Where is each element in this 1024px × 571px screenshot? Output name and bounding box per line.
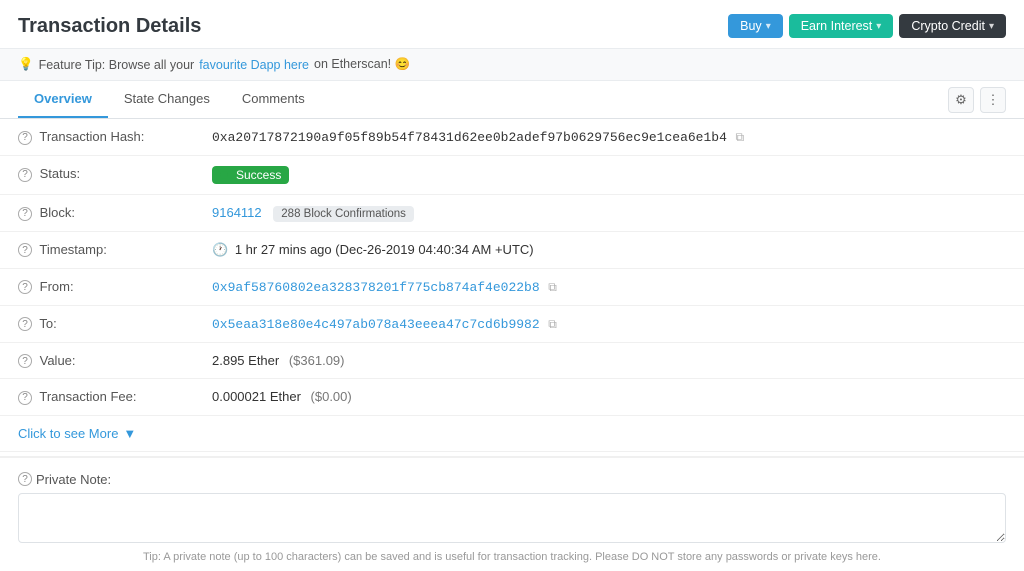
feature-tip: 💡 Feature Tip: Browse all your favourite… — [0, 48, 1024, 81]
copy-from-icon[interactable]: ⧉ — [548, 280, 557, 295]
help-icon: ? — [18, 243, 32, 257]
block-number-link[interactable]: 9164112 — [212, 205, 262, 220]
table-row: ? Value: 2.895 Ether ($361.09) — [0, 342, 1024, 379]
help-icon: ? — [18, 280, 32, 294]
help-icon: ? — [18, 131, 32, 145]
settings-icon-button[interactable]: ⚙ — [948, 87, 974, 113]
to-value: 0x5eaa318e80e4c497ab078a43eeea47c7cd6b99… — [200, 305, 1024, 342]
tabs: Overview State Changes Comments — [18, 81, 321, 118]
more-options-icon-button[interactable]: ⋮ — [980, 87, 1006, 113]
divider — [0, 456, 1024, 458]
table-row: ? Block: 9164112 288 Block Confirmations — [0, 195, 1024, 232]
timestamp-label: ? Timestamp: — [0, 231, 200, 268]
detail-table: ? Transaction Hash: 0xa20717872190a9f05f… — [0, 119, 1024, 416]
help-icon: ? — [18, 207, 32, 221]
block-confirmations-badge: 288 Block Confirmations — [273, 206, 414, 222]
table-row: ? Status: Success — [0, 156, 1024, 195]
private-note-tip: Tip: A private note (up to 100 character… — [18, 551, 1006, 563]
from-address-link[interactable]: 0x9af58760802ea328378201f775cb874af4e022… — [212, 280, 540, 295]
transaction-hash-value: 0xa20717872190a9f05f89b54f78431d62ee0b2a… — [200, 119, 1024, 156]
status-label: ? Status: — [0, 156, 200, 195]
tabs-actions: ⚙ ⋮ — [948, 87, 1006, 113]
private-note-label: ? Private Note: — [18, 472, 1006, 487]
timestamp-value: 🕐 1 hr 27 mins ago (Dec-26-2019 04:40:34… — [200, 231, 1024, 268]
status-value: Success — [200, 156, 1024, 195]
header-buttons: Buy ▾ Earn Interest ▾ Crypto Credit ▾ — [728, 14, 1006, 38]
value-value: 2.895 Ether ($361.09) — [200, 342, 1024, 379]
table-row: ? Transaction Fee: 0.000021 Ether ($0.00… — [0, 379, 1024, 416]
from-value: 0x9af58760802ea328378201f775cb874af4e022… — [200, 268, 1024, 305]
favourite-dapp-link[interactable]: favourite Dapp here — [199, 58, 309, 72]
help-icon: ? — [18, 168, 32, 182]
crypto-credit-button[interactable]: Crypto Credit ▾ — [899, 14, 1006, 38]
arrow-down-icon: ▼ — [123, 426, 136, 441]
tab-state-changes[interactable]: State Changes — [108, 81, 226, 118]
private-note-input[interactable] — [18, 493, 1006, 543]
buy-chevron-icon: ▾ — [766, 21, 771, 32]
table-row: ? To: 0x5eaa318e80e4c497ab078a43eeea47c7… — [0, 305, 1024, 342]
to-label: ? To: — [0, 305, 200, 342]
clock-icon: 🕐 — [212, 242, 228, 257]
table-row: ? Timestamp: 🕐 1 hr 27 mins ago (Dec-26-… — [0, 231, 1024, 268]
crypto-credit-chevron-icon: ▾ — [989, 21, 994, 32]
earn-interest-chevron-icon: ▾ — [876, 21, 881, 32]
value-label: ? Value: — [0, 342, 200, 379]
status-badge: Success — [212, 166, 289, 184]
copy-hash-icon[interactable]: ⧉ — [736, 130, 745, 145]
table-row: ? Transaction Hash: 0xa20717872190a9f05f… — [0, 119, 1024, 156]
page-title: Transaction Details — [18, 15, 201, 38]
page-wrapper: Transaction Details Buy ▾ Earn Interest … — [0, 0, 1024, 571]
transaction-fee-label: ? Transaction Fee: — [0, 379, 200, 416]
see-more-row: Click to see More ▼ — [0, 416, 1024, 452]
tab-overview[interactable]: Overview — [18, 81, 108, 118]
transaction-fee-value: 0.000021 Ether ($0.00) — [200, 379, 1024, 416]
earn-interest-button[interactable]: Earn Interest ▾ — [789, 14, 894, 38]
help-icon: ? — [18, 317, 32, 331]
header: Transaction Details Buy ▾ Earn Interest … — [0, 0, 1024, 48]
success-dot-icon — [220, 171, 228, 179]
private-note-section: ? Private Note: Tip: A private note (up … — [0, 462, 1024, 571]
tabs-row: Overview State Changes Comments ⚙ ⋮ — [0, 81, 1024, 119]
transaction-hash-label: ? Transaction Hash: — [0, 119, 200, 156]
help-icon: ? — [18, 354, 32, 368]
from-label: ? From: — [0, 268, 200, 305]
block-value: 9164112 288 Block Confirmations — [200, 195, 1024, 232]
tab-comments[interactable]: Comments — [226, 81, 321, 118]
copy-to-icon[interactable]: ⧉ — [548, 317, 557, 332]
buy-button[interactable]: Buy ▾ — [728, 14, 783, 38]
help-icon: ? — [18, 472, 32, 486]
to-address-link[interactable]: 0x5eaa318e80e4c497ab078a43eeea47c7cd6b99… — [212, 317, 540, 332]
help-icon: ? — [18, 391, 32, 405]
see-more-link[interactable]: Click to see More ▼ — [18, 426, 136, 441]
lightbulb-icon: 💡 — [18, 57, 34, 72]
block-label: ? Block: — [0, 195, 200, 232]
table-row: ? From: 0x9af58760802ea328378201f775cb87… — [0, 268, 1024, 305]
